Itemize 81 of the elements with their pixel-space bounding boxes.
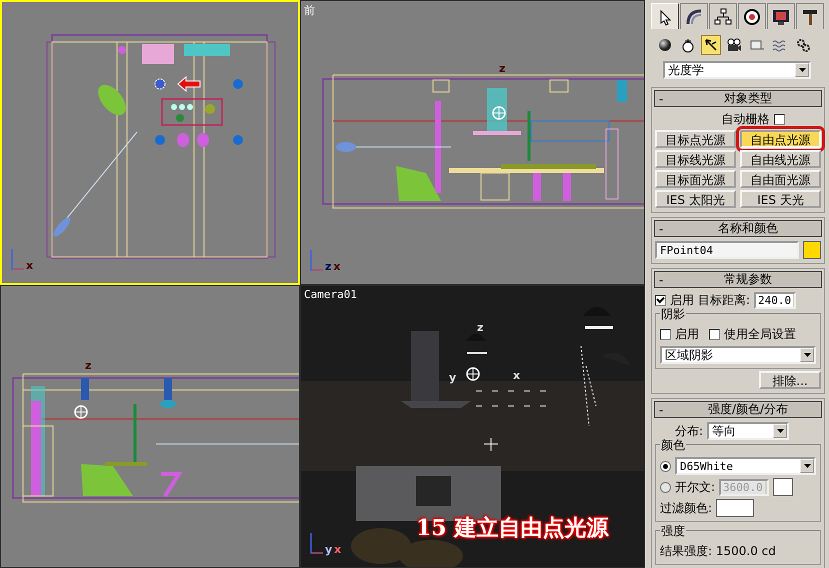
checkbox-label: 启用	[670, 292, 694, 308]
light-type-button[interactable]: 自由面光源	[740, 170, 821, 188]
hierarchy-icon	[714, 8, 732, 26]
shadow-checkbox[interactable]	[660, 329, 671, 340]
rollout-header[interactable]: - 对象类型	[654, 90, 822, 107]
color-swatch[interactable]	[803, 241, 821, 259]
shape-icon	[680, 37, 696, 53]
axis-label: x	[334, 544, 342, 555]
rollout-header[interactable]: - 名称和颜色	[654, 220, 822, 237]
axis-label: y	[325, 544, 332, 555]
rollout-header[interactable]: - 常规参数	[654, 271, 822, 288]
viewport-label: Camera01	[304, 288, 357, 301]
collapse-sign: -	[659, 402, 664, 416]
collapse-sign: -	[659, 272, 664, 286]
gizmo-axis-label: z	[85, 360, 92, 371]
rollout-title: 名称和颜色	[717, 220, 779, 237]
axis-tripod-icon	[309, 250, 323, 272]
axis-label: x	[26, 260, 34, 271]
preset-radio[interactable]	[660, 460, 671, 472]
panel-tab[interactable]	[796, 3, 824, 29]
shadow-type-dropdown[interactable]: 区域阴影	[660, 346, 816, 364]
gizmo-axis-label: y	[449, 372, 456, 383]
camera-icon	[726, 37, 742, 53]
checkbox-label: 启用	[675, 326, 699, 343]
viewport[interactable]: 前 z z x	[300, 0, 645, 285]
field-label: 分布:	[675, 422, 704, 439]
type-dropdown[interactable]: 光度学	[663, 61, 811, 79]
exclude-button[interactable]: 排除...	[759, 371, 821, 389]
rollout-title: 对象类型	[723, 90, 773, 107]
name-field[interactable]: FPoint04	[655, 241, 799, 259]
collapse-sign: -	[659, 222, 664, 236]
light-gizmo-icon[interactable]	[74, 405, 88, 419]
panel-tab[interactable]	[709, 3, 737, 29]
axis-label: x	[333, 261, 341, 272]
light-type-button[interactable]: 目标面光源	[655, 170, 736, 188]
checkbox-label: 使用全局设置	[724, 326, 796, 343]
panel-tab[interactable]	[738, 3, 766, 29]
light-type-button[interactable]: 自由线光源	[740, 150, 821, 168]
color-swatch[interactable]	[773, 478, 794, 496]
viewport[interactable]: x	[0, 0, 300, 285]
category-button[interactable]	[701, 35, 721, 55]
enable-checkbox[interactable]	[655, 295, 666, 306]
checkbox-label: 自动栅格	[722, 111, 770, 128]
field-label: 过滤颜色:	[660, 500, 712, 516]
field-label: 目标距离:	[698, 292, 750, 309]
hammer-icon	[801, 8, 819, 26]
group-title: 颜色	[660, 437, 686, 454]
axis-tripod-icon	[309, 533, 323, 555]
rollout-header[interactable]: - 强度/颜色/分布	[654, 401, 822, 418]
gears-icon	[795, 37, 811, 53]
panel-tab[interactable]	[680, 3, 708, 29]
filter-color-swatch[interactable]	[716, 499, 754, 517]
light-gizmo-icon[interactable]	[466, 367, 480, 381]
step-caption: 15 建立自由点光源	[416, 514, 608, 543]
viewport-label: 前	[304, 3, 315, 18]
monitor-icon	[772, 8, 790, 26]
auto-grid-checkbox[interactable]	[774, 114, 784, 125]
light-type-button[interactable]: IES 天光	[740, 190, 821, 208]
panel-tab[interactable]	[767, 3, 795, 29]
collapse-sign: -	[659, 92, 664, 106]
result-intensity-text: 结果强度: 1500.0 cd	[660, 543, 777, 560]
gizmo-axis-label: z	[499, 63, 506, 74]
light-type-button[interactable]: 目标点光源	[655, 130, 736, 148]
light-type-button[interactable]: 目标线光源	[655, 150, 736, 168]
radio-label: 开尔文:	[675, 478, 716, 496]
light-type-button[interactable]: IES 太阳光	[655, 190, 736, 208]
gizmo-axis-label: x	[513, 370, 520, 381]
viewport[interactable]: Camera01 z y x y x 15 建立自由点光源	[300, 285, 645, 568]
rollout-title: 常规参数	[723, 271, 773, 288]
arc-icon	[685, 8, 703, 26]
sphere-icon	[657, 37, 673, 53]
group-title: 阴影	[660, 306, 686, 323]
viewport[interactable]: z	[0, 285, 300, 568]
rollout-title: 强度/颜色/分布	[706, 401, 790, 418]
distribution-dropdown[interactable]: 等向	[707, 422, 790, 440]
target-distance-spinner[interactable]: 240.0	[754, 292, 796, 309]
global-settings-checkbox[interactable]	[709, 329, 720, 340]
axis-label: z	[325, 261, 332, 272]
gizmo-axis-label: z	[477, 322, 484, 333]
axis-tripod-icon	[10, 249, 24, 271]
color-preset-dropdown[interactable]: D65White	[675, 457, 816, 475]
